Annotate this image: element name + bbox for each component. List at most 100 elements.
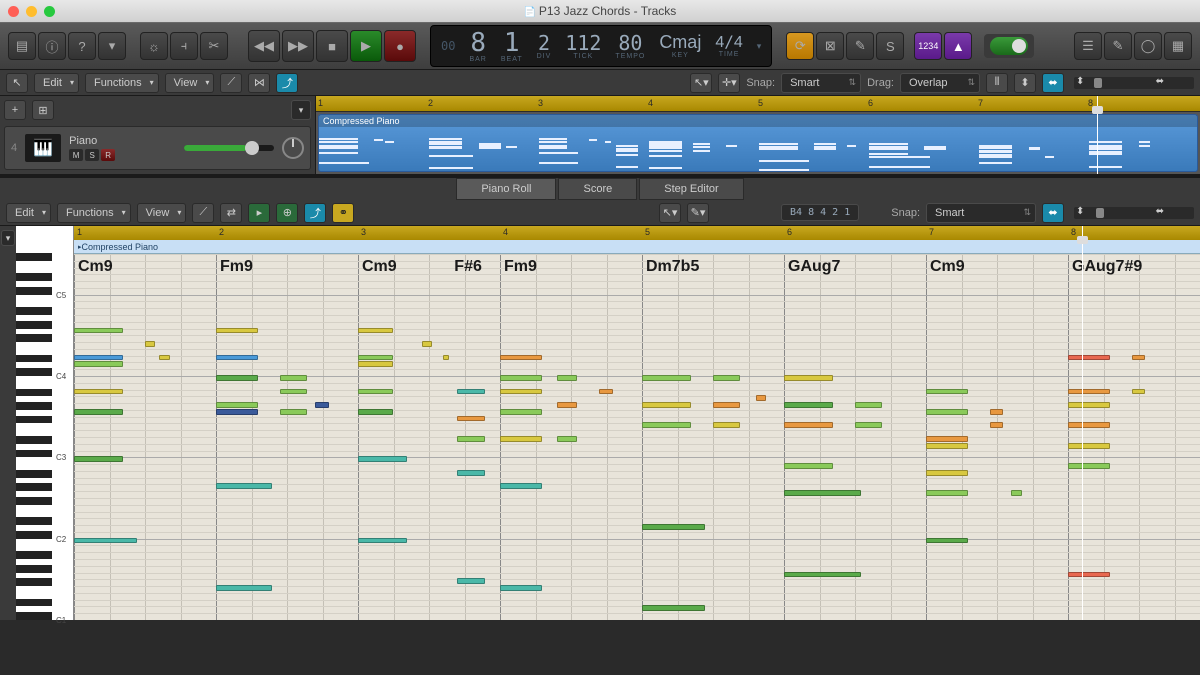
midi-note[interactable] [457,436,484,442]
library-icon[interactable]: ▤ [8,32,36,60]
midi-note[interactable] [1068,443,1110,449]
functions-menu[interactable]: Functions [85,73,159,93]
global-tracks-icon[interactable]: ▾ [291,100,311,120]
replace-icon[interactable]: ⊠ [816,32,844,60]
scissors-icon[interactable]: ✂ [200,32,228,60]
tab-score[interactable]: Score [558,178,637,200]
midi-note[interactable] [756,395,766,401]
midi-note[interactable] [855,402,882,408]
midi-note[interactable] [1068,355,1110,361]
midi-note[interactable] [358,409,393,415]
midi-note[interactable] [500,389,542,395]
flex-icon[interactable]: ⋈ [248,73,270,93]
midi-note[interactable] [642,402,691,408]
mute-button[interactable]: M [69,149,83,161]
close-icon[interactable] [8,6,19,17]
browser-icon[interactable]: ▦ [1164,32,1192,60]
zoom-slider[interactable]: ⬍ ⬌ [1074,207,1194,219]
pan-knob[interactable] [282,137,304,159]
midi-note[interactable] [784,422,833,428]
arrange-grid[interactable]: 12345678 Compressed Piano [316,96,1200,174]
midi-note[interactable] [315,402,328,408]
midi-note[interactable] [926,436,968,442]
midi-out-icon[interactable]: ⊕ [276,203,298,223]
midi-note[interactable] [642,422,691,428]
midi-note[interactable] [784,402,833,408]
midi-note[interactable] [422,341,432,347]
midi-note[interactable] [557,375,577,381]
track-row[interactable]: 4 🎹 Piano M S R [4,126,311,170]
midi-note[interactable] [74,361,123,367]
midi-note[interactable] [457,578,484,584]
midi-note[interactable] [500,483,542,489]
midi-note[interactable] [926,409,968,415]
loops-icon[interactable]: ◯ [1134,32,1162,60]
pointer-tool-icon[interactable]: ↖ [6,73,28,93]
maximize-icon[interactable] [44,6,55,17]
tab-step-editor[interactable]: Step Editor [639,178,743,200]
automation-icon[interactable]: ⟋ [220,73,242,93]
notes-icon[interactable]: ✎ [1104,32,1132,60]
midi-note[interactable] [642,605,705,611]
metronome-icon[interactable]: ▲ [944,32,972,60]
autopunch-icon[interactable]: ✎ [846,32,874,60]
catch-icon[interactable]: ⤴ [276,73,298,93]
midi-note[interactable] [990,422,1003,428]
midi-note[interactable] [784,572,861,578]
zoom-slider[interactable]: ⬍ ⬌ [1074,77,1194,89]
midi-note[interactable] [216,375,258,381]
midi-note[interactable] [358,538,407,544]
duplicate-track-button[interactable]: ⊞ [32,100,54,120]
midi-note[interactable] [280,409,307,415]
link-icon[interactable]: ⚭ [332,203,354,223]
midi-note[interactable] [216,409,258,415]
rewind-button[interactable]: ◀◀ [248,30,280,62]
count-in-button[interactable]: 1234 [914,32,942,60]
midi-note[interactable] [280,389,307,395]
help-icon[interactable]: ? [68,32,96,60]
view-menu[interactable]: View [137,203,187,223]
cycle-button[interactable]: ⟳ [786,32,814,60]
midi-note[interactable] [145,341,155,347]
midi-note[interactable] [358,389,393,395]
toggle-icon[interactable] [990,37,1028,55]
play-button[interactable]: ▶ [350,30,382,62]
midi-note[interactable] [784,463,833,469]
midi-region[interactable]: Compressed Piano [318,114,1198,172]
midi-note[interactable] [557,402,577,408]
playhead[interactable] [1097,96,1098,174]
midi-note[interactable] [216,483,272,489]
record-button[interactable]: ● [384,30,416,62]
list-icon[interactable]: ☰ [1074,32,1102,60]
midi-note[interactable] [216,402,258,408]
piano-roll-ruler[interactable]: 12345678 [74,226,1200,240]
midi-note[interactable] [642,524,705,530]
midi-note[interactable] [457,389,484,395]
midi-note[interactable] [1132,355,1145,361]
midi-note[interactable] [1068,572,1110,578]
midi-note[interactable] [784,490,861,496]
stop-button[interactable]: ■ [316,30,348,62]
vzoom-icon[interactable]: ⬍ [1014,73,1036,93]
midi-note[interactable] [74,328,123,334]
pencil-icon[interactable]: ✎▾ [687,203,709,223]
midi-note[interactable] [926,470,968,476]
midi-note[interactable] [713,422,740,428]
add-track-button[interactable]: + [4,100,26,120]
midi-note[interactable] [74,456,123,462]
note-grid[interactable]: 12345678 Compressed Piano Cm9Fm9Cm9F#6Fm… [74,226,1200,620]
collapse-icon[interactable]: ⇄ [220,203,242,223]
midi-note[interactable] [216,585,272,591]
record-enable-button[interactable]: R [101,149,115,161]
solo-button[interactable]: S [85,149,99,161]
marquee-icon[interactable]: ✛▾ [718,73,740,93]
pointer-icon[interactable]: ↖▾ [659,203,681,223]
region-header[interactable]: Compressed Piano [74,240,1200,254]
track-name[interactable]: Piano [69,135,176,147]
midi-note[interactable] [1068,422,1110,428]
midi-note[interactable] [500,375,542,381]
forward-button[interactable]: ▶▶ [282,30,314,62]
midi-note[interactable] [443,355,449,361]
edit-menu[interactable]: Edit [34,73,79,93]
midi-note[interactable] [926,538,968,544]
